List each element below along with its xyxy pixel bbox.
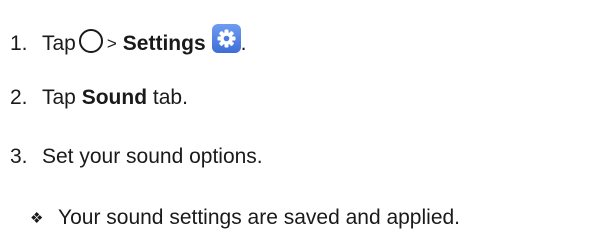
step-number: 1. xyxy=(10,31,28,55)
step-text: Set your sound options. xyxy=(42,145,263,168)
menu-separator: > xyxy=(106,33,117,53)
step-3: 3. Set your sound options. xyxy=(10,145,263,169)
step-text: Tap xyxy=(42,31,76,55)
diamond-bullet-icon: ❖ xyxy=(30,210,44,227)
step-number: 2. xyxy=(10,86,28,109)
sound-label: Sound xyxy=(81,86,148,109)
step-end: tab. xyxy=(152,86,188,109)
settings-gear-icon xyxy=(211,24,241,53)
result-note: ❖ Your sound settings are saved and appl… xyxy=(30,206,460,230)
home-circle-icon xyxy=(78,28,103,53)
step-2: 2. Tap Sound tab. xyxy=(10,86,188,110)
settings-label: Settings xyxy=(122,31,206,55)
step-text: Tap xyxy=(42,86,76,109)
step-number: 3. xyxy=(10,145,28,168)
result-text: Your sound settings are saved and applie… xyxy=(58,206,461,229)
step-end: . xyxy=(240,31,247,55)
step-1: 1. Tap > Settings . xyxy=(10,24,247,58)
